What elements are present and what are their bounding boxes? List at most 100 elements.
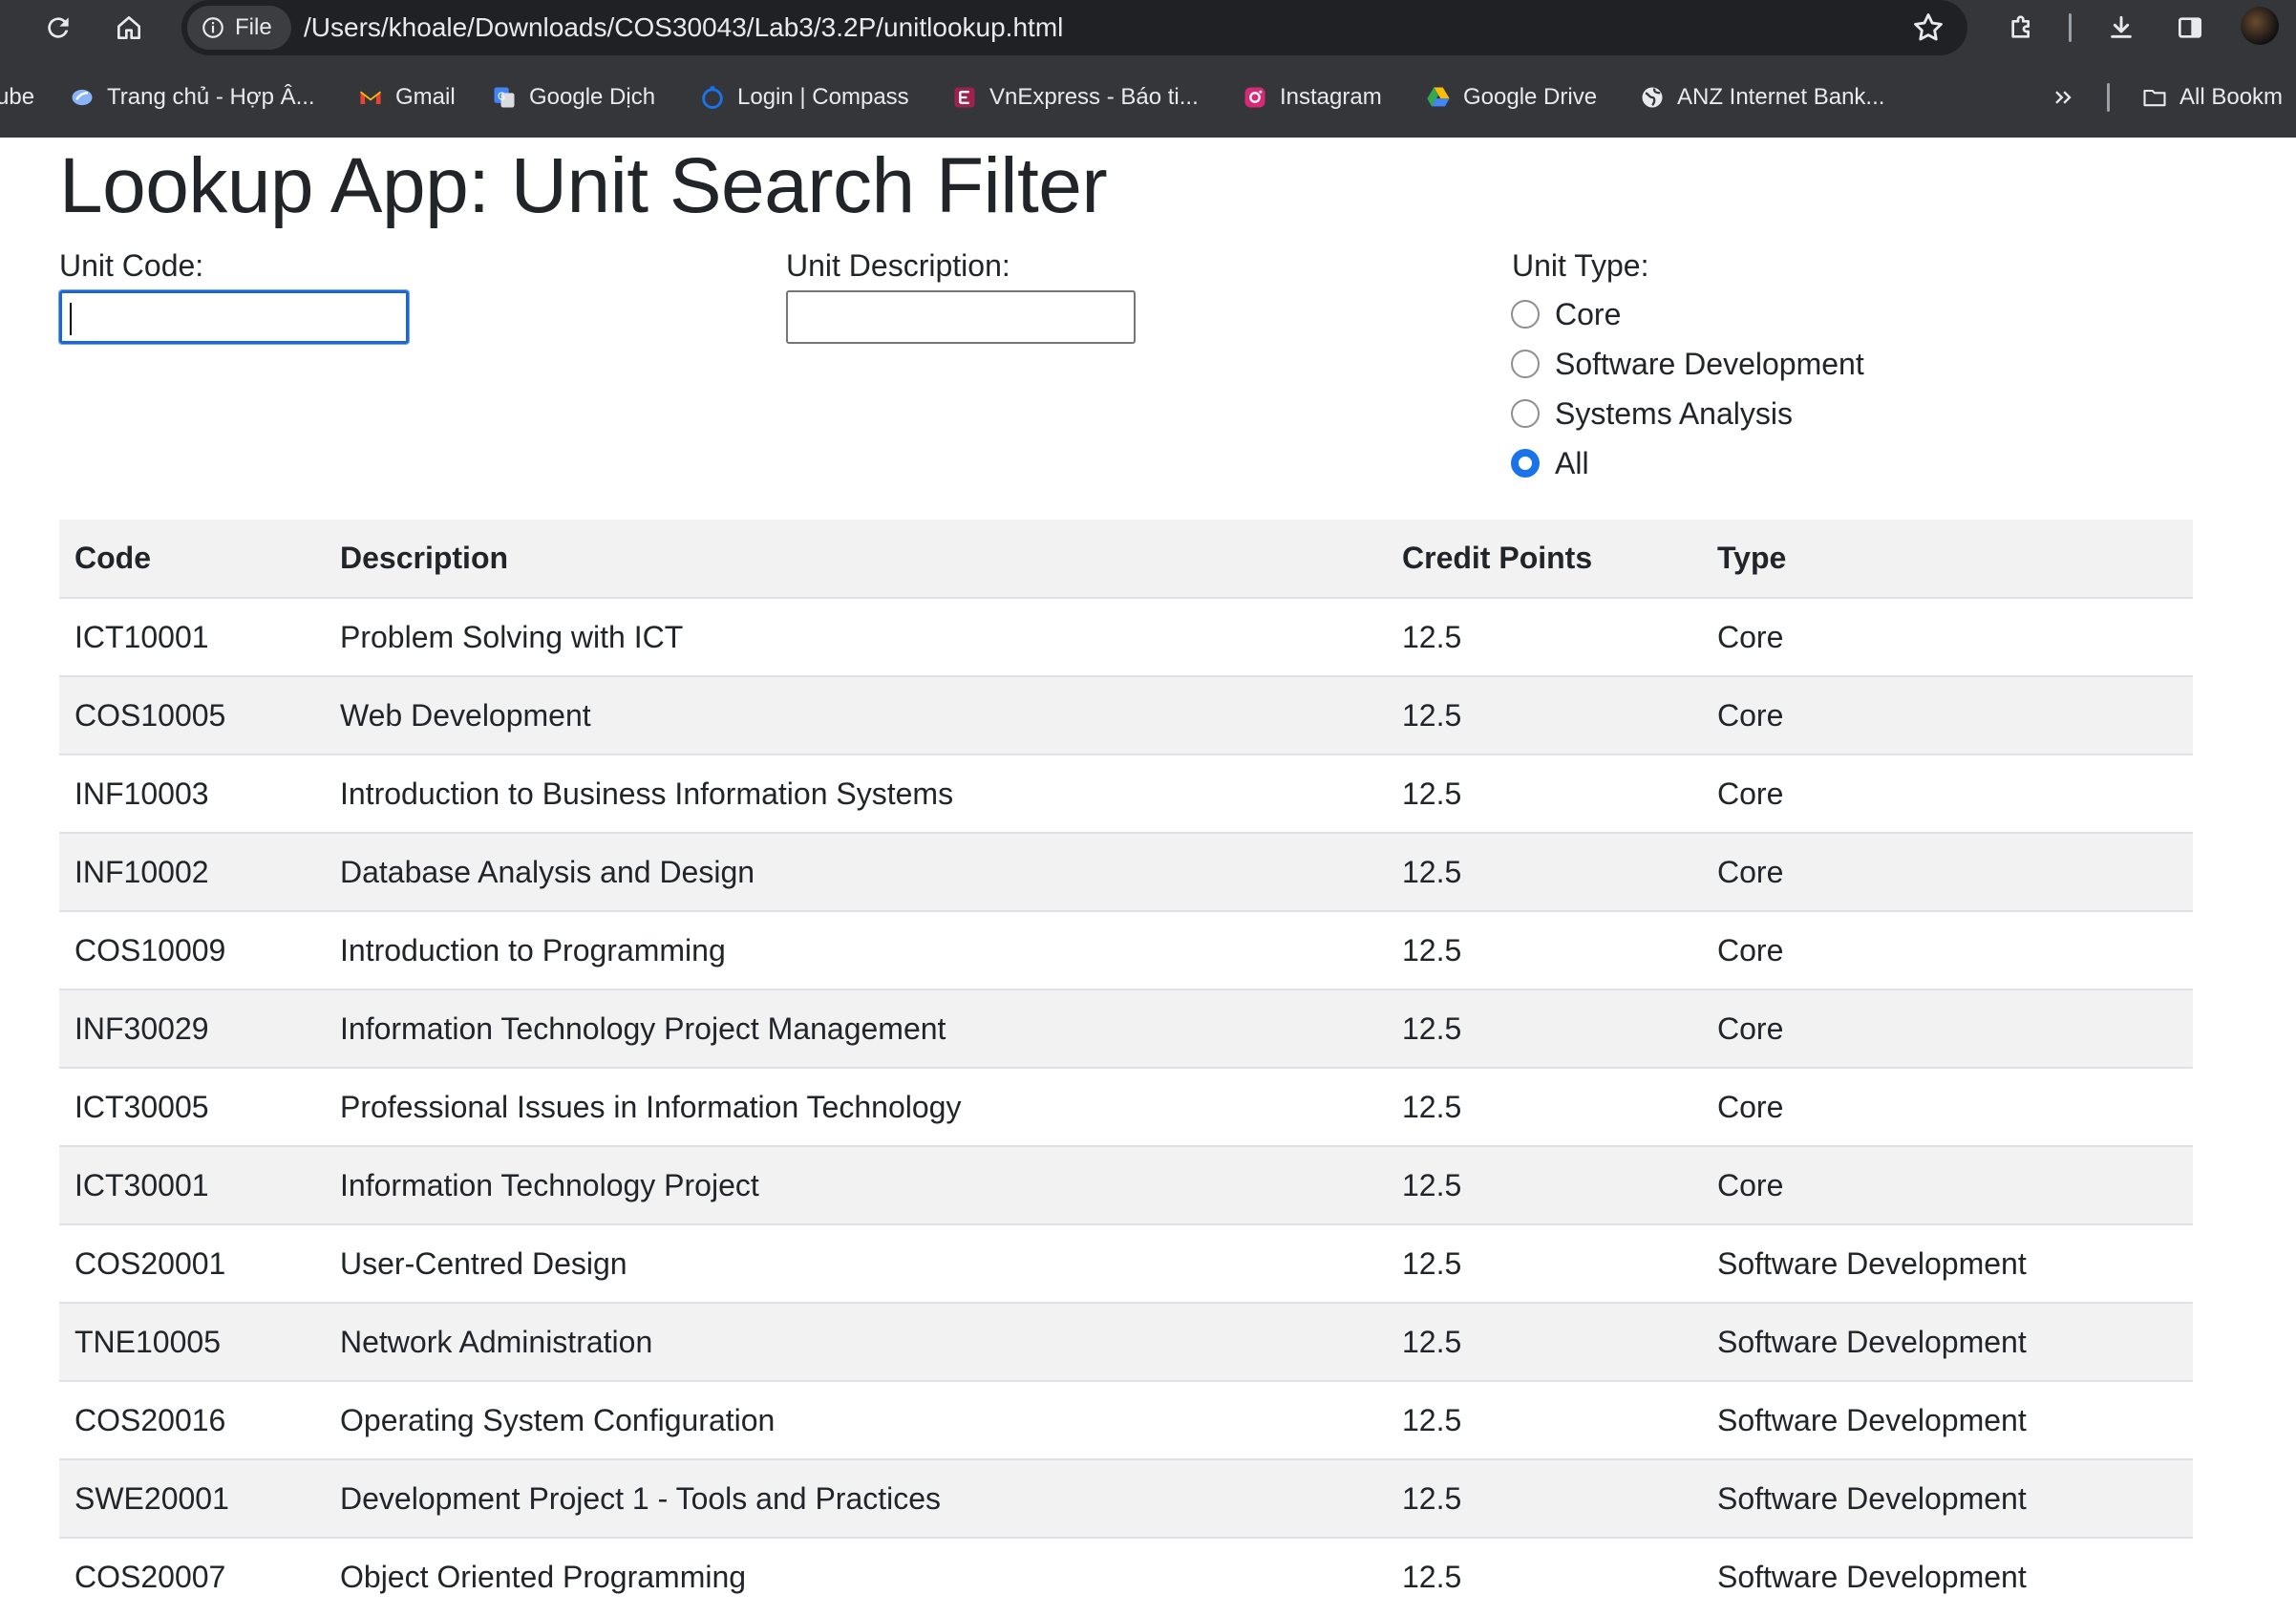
home-icon [117,16,140,39]
unit-code-input[interactable] [58,289,410,345]
table-row: TNE10005 Network Administration 12.5 Softwa… [59,1302,2193,1381]
reload-button[interactable] [36,6,80,50]
table-row: SWE20001 Development Project 1 - Tools an… [59,1458,2193,1538]
cell-description: Network Administration [325,1302,1387,1381]
bookmark-item[interactable]: Login | Compass [699,69,909,126]
profile-avatar[interactable] [2241,7,2279,45]
radio-button[interactable] [1511,350,1540,378]
unit-type-label: Unit Type: [1512,248,1649,283]
cell-code: COS20016 [59,1380,325,1459]
cell-description: Web Development [325,675,1387,755]
table-header: Code Description Credit Points Type [59,520,2193,599]
cell-code: INF10003 [59,754,325,833]
cell-type: Core [1702,597,2193,676]
cell-type: Software Development [1702,1458,2193,1538]
cell-description: Information Technology Project Managemen… [325,989,1387,1068]
bookmark-star-icon[interactable] [1910,10,1946,46]
cell-description: User-Centred Design [325,1223,1387,1303]
bookmark-item[interactable]: VnExpress - Báo ti... [951,69,1199,126]
extensions-button[interactable] [2000,6,2044,50]
radio-button[interactable] [1511,300,1540,329]
table-row: COS20001 User-Centred Design 12.5 Software … [59,1223,2193,1303]
cell-code: COS10009 [59,910,325,989]
bookmarks-separator [2107,83,2110,112]
info-icon [202,17,223,38]
bookmark-label: Login | Compass [737,84,909,110]
download-icon [2111,15,2132,38]
bookmark-item[interactable]: ube [0,69,34,126]
radio-label: Software Development [1555,346,1864,381]
cell-code: COS20007 [59,1537,325,1616]
column-header-type: Type [1702,520,2193,599]
table-row: ICT30005 Professional Issues in Informati… [59,1067,2193,1146]
radio-systems-analysis[interactable]: Systems Analysis [1511,393,1793,435]
cell-description: Information Technology Project [325,1145,1387,1224]
downloads-button[interactable] [2099,6,2143,50]
cell-type: Core [1702,989,2193,1068]
toolbar-separator [2069,13,2072,42]
address-bar[interactable]: File /Users/khoale/Downloads/COS30043/La… [181,0,1967,55]
cell-credit-points: 12.5 [1387,989,1702,1068]
cell-description: Professional Issues in Information Techn… [325,1067,1387,1146]
bookmark-label: VnExpress - Báo ti... [989,84,1199,110]
cell-code: SWE20001 [59,1458,325,1538]
cell-type: Software Development [1702,1537,2193,1616]
all-bookmarks-label: All Bookm [2179,84,2284,110]
table-row: INF30029 Information Technology Project M… [59,989,2193,1068]
radio-button-selected[interactable] [1511,449,1540,478]
unit-description-input[interactable] [786,290,1136,344]
bookmark-item[interactable]: G Google Dịch [491,69,655,126]
cell-type: Core [1702,1067,2193,1146]
cell-credit-points: 12.5 [1387,1302,1702,1381]
table-row: COS20016 Operating System Configuration 12… [59,1380,2193,1459]
cell-credit-points: 12.5 [1387,832,1702,911]
url-text[interactable]: /Users/khoale/Downloads/COS30043/Lab3/3.… [304,0,1063,55]
cell-description: Database Analysis and Design [325,832,1387,911]
bookmark-item[interactable]: Gmail [357,69,456,126]
cell-credit-points: 12.5 [1387,754,1702,833]
cell-type: Core [1702,832,2193,911]
cell-type: Core [1702,754,2193,833]
bookmark-label: Google Drive [1463,84,1598,110]
unit-code-label: Unit Code: [59,248,204,283]
all-bookmarks-folder[interactable]: All Bookm [2141,69,2283,126]
address-chip-label: File [235,14,272,40]
vnexpress-icon [951,84,978,111]
cell-code: TNE10005 [59,1302,325,1381]
gmail-icon [357,84,384,111]
bookmark-item[interactable]: Google Drive [1425,69,1597,126]
radio-button[interactable] [1511,399,1540,428]
home-button[interactable] [107,6,151,50]
table-row: INF10003 Introduction to Business Informa… [59,754,2193,833]
bookmark-label: Trang chủ - Hợp Â... [107,84,315,110]
bookmark-item[interactable]: Instagram [1242,69,1382,126]
table-row: COS10005 Web Development 12.5 Core [59,675,2193,755]
radio-all[interactable]: All [1511,442,1589,484]
side-panel-button[interactable] [2168,6,2212,50]
table-row: ICT10001 Problem Solving with ICT 12.5 Core [59,597,2193,676]
google-translate-icon: G [491,84,518,111]
site-info-chip[interactable]: File [187,6,291,50]
cell-code: ICT30005 [59,1067,325,1146]
cell-code: COS20001 [59,1223,325,1303]
cell-code: COS10005 [59,675,325,755]
bookmark-label: ube [0,84,35,110]
cell-description: Development Project 1 - Tools and Practi… [325,1458,1387,1538]
radio-software-development[interactable]: Software Development [1511,343,1864,385]
more-bookmarks-button[interactable] [2050,69,2076,126]
cell-credit-points: 12.5 [1387,675,1702,755]
cell-type: Software Development [1702,1302,2193,1381]
browser-toolbar: File /Users/khoale/Downloads/COS30043/La… [0,0,2296,55]
reload-icon [48,17,69,38]
cell-description: Introduction to Programming [325,910,1387,989]
folder-icon [2141,84,2168,111]
puzzle-icon [2011,15,2030,38]
cell-description: Introduction to Business Information Sys… [325,754,1387,833]
bookmark-item[interactable]: Trang chủ - Hợp Â... [69,69,315,126]
table-row: COS10009 Introduction to Programming 12.5 C… [59,910,2193,989]
radio-core[interactable]: Core [1511,293,1621,335]
cell-credit-points: 12.5 [1387,1380,1702,1459]
cell-type: Software Development [1702,1223,2193,1303]
bookmark-item[interactable]: ANZ Internet Bank... [1639,69,1884,126]
bookmark-label: ANZ Internet Bank... [1677,84,1885,110]
